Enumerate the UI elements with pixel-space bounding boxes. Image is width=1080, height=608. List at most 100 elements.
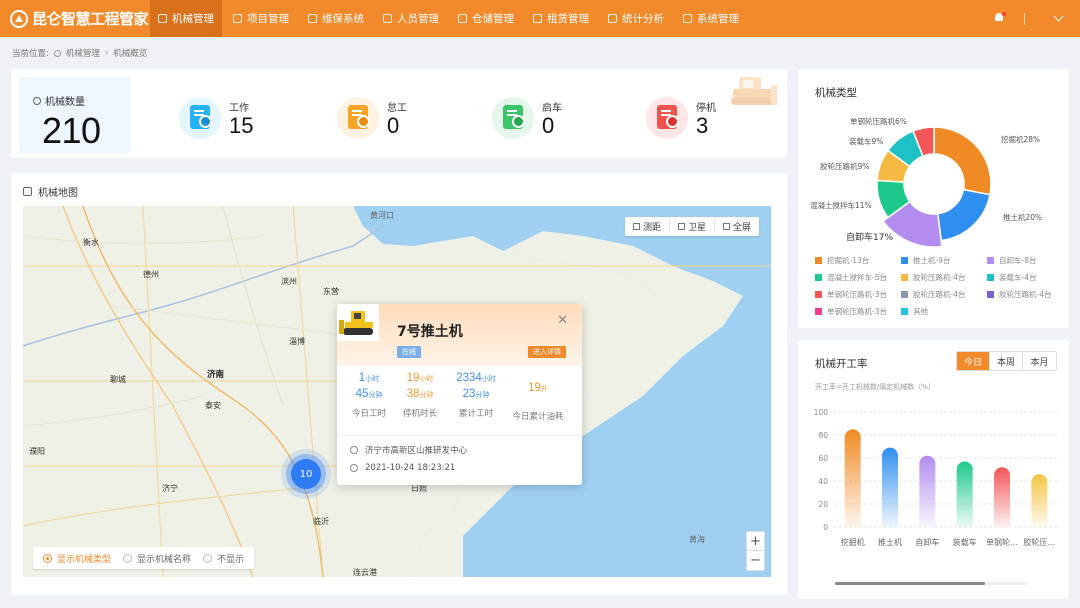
legend-label: 自卸车-8台 xyxy=(999,256,1037,265)
legend-item[interactable]: 胶轮压路机-4台 xyxy=(901,289,987,300)
bar-自卸车[interactable] xyxy=(919,455,936,527)
nav-item-system[interactable]: 系统管理 xyxy=(675,0,747,37)
legend-label: 挖掘机-13台 xyxy=(827,256,870,265)
map-label-jinan: 济南 xyxy=(207,370,225,380)
stat-name: 启车 xyxy=(542,103,562,114)
donut-label: 挖掘机28% xyxy=(1001,135,1041,144)
donut-label: 混凝土搅拌车11% xyxy=(810,201,872,210)
metric-caption: 停机时长 xyxy=(402,409,437,419)
fullscreen-icon xyxy=(722,223,730,230)
top-navigation-bar: 昆仑智慧工程管家 机械管理 项目管理 维保系统 人员管理 仓储管理 租赁管理 统… xyxy=(0,0,1080,37)
legend-swatch xyxy=(987,257,994,264)
bar-挖掘机[interactable] xyxy=(844,429,861,527)
machine-count-label: 机械数量 xyxy=(45,97,85,108)
map-cluster-marker[interactable]: 10 xyxy=(291,459,321,489)
nav-label: 仓储管理 xyxy=(472,13,514,25)
nav-item-projects[interactable]: 项目管理 xyxy=(225,0,297,37)
chevron-down-icon[interactable] xyxy=(1053,11,1064,22)
map-label-huanghai: 黄海 xyxy=(689,535,705,544)
metric-caption: 累计工时 xyxy=(458,409,493,419)
legend-item[interactable]: 挖掘机-13台 xyxy=(815,255,901,266)
zoom-in-button[interactable]: + xyxy=(747,532,764,551)
x-tick-label: 单钢轮… xyxy=(986,537,1018,547)
popup-time: 2021-10-24 18:23:21 xyxy=(350,463,455,473)
nav-label: 系统管理 xyxy=(697,13,739,25)
utilization-bar-chart: 0 20 40 60 80 100 挖掘机 推土机 自卸车 装载车 单钢轮… 胶轮压… xyxy=(814,408,1058,547)
fullscreen-button[interactable]: 全屏 xyxy=(715,220,759,233)
legend-item[interactable]: 胶轮压路机-4台 xyxy=(987,289,1073,300)
map-label-hengshui: 衡水 xyxy=(83,238,99,247)
nav-label: 项目管理 xyxy=(247,13,289,25)
chart-scrollbar[interactable] xyxy=(835,582,1027,585)
legend-item[interactable]: 推土机-9台 xyxy=(901,255,987,266)
nav-item-personnel[interactable]: 人员管理 xyxy=(375,0,447,37)
machine-stats-card: 机械数量 210 工作 15 怠工 0 启车 0 停机 3 xyxy=(11,69,787,158)
map-label-dongying: 东营 xyxy=(323,287,339,296)
radio-show-name[interactable]: 显示机械名称 xyxy=(123,552,191,565)
notification-bell-icon[interactable] xyxy=(994,12,1006,24)
briefcase-icon xyxy=(233,14,242,23)
stat-value: 3 xyxy=(696,113,709,138)
machine-type-legend: 挖掘机-13台 推土机-9台 自卸车-8台 混凝土搅拌车-5台 胶轮压路机-4台… xyxy=(815,255,1065,317)
tools-icon xyxy=(308,14,317,23)
legend-item[interactable]: 单钢轮压路机-3台 xyxy=(815,306,901,317)
legend-swatch xyxy=(901,257,908,264)
bar-推土机[interactable] xyxy=(882,447,898,527)
breadcrumb-item-overview: 机械概览 xyxy=(113,49,148,59)
nav-label: 租赁管理 xyxy=(547,13,589,25)
working-icon xyxy=(179,97,221,139)
donut-slice-挖掘机[interactable] xyxy=(933,126,992,196)
nav-item-lease[interactable]: 租赁管理 xyxy=(525,0,597,37)
radio-hide[interactable]: 不显示 xyxy=(203,552,244,565)
view-details-button[interactable]: 进入详情 xyxy=(528,346,566,358)
nav-item-warehouse[interactable]: 仓储管理 xyxy=(450,0,522,37)
bulldozer-decoration-icon xyxy=(731,77,777,105)
map-label-linyi: 临沂 xyxy=(313,517,329,526)
machine-info-popup: 7号推土机 在线 进入详情 ✕ 1小时 45分钟 今日工时 19小时 38分钟 … xyxy=(337,304,582,485)
donut-slice-推土机[interactable] xyxy=(936,188,991,242)
stat-name: 工作 xyxy=(229,103,249,114)
legend-item[interactable]: 自卸车-8台 xyxy=(987,255,1073,266)
metric-unit: 升 xyxy=(540,386,548,393)
legend-item[interactable]: 胶轮压路机-4台 xyxy=(901,272,987,283)
map-icon xyxy=(23,187,32,196)
map-label-zibo: 淄博 xyxy=(289,337,305,346)
satellite-button[interactable]: 卫星 xyxy=(670,220,715,233)
main-nav: 机械管理 项目管理 维保系统 人员管理 仓储管理 租赁管理 统计分析 系统管理 xyxy=(150,0,750,37)
y-tick-label: 100 xyxy=(814,408,829,417)
radio-show-type[interactable]: 显示机械类型 xyxy=(43,552,111,565)
legend-swatch xyxy=(901,308,908,315)
nav-item-maintenance[interactable]: 维保系统 xyxy=(300,0,372,37)
nav-item-machinery[interactable]: 机械管理 xyxy=(150,0,222,37)
user-area xyxy=(994,0,1064,37)
legend-item[interactable]: 单钢轮压路机-3台 xyxy=(815,289,901,300)
bar-胶轮压…[interactable] xyxy=(1031,474,1048,527)
machine-map[interactable]: 黄河口 衡水 德州 滨州 东营 淄博 潍坊 聊城 济南 泰安 濮阳 济宁 临沂 … xyxy=(23,206,771,577)
legend-swatch xyxy=(901,274,908,281)
machine-count-value: 210 xyxy=(42,110,101,151)
nav-item-statistics[interactable]: 统计分析 xyxy=(600,0,672,37)
machine-count-box: 机械数量 210 xyxy=(19,77,131,153)
scrollbar-thumb[interactable] xyxy=(835,582,985,585)
bar-单钢轮…[interactable] xyxy=(994,467,1010,527)
legend-item[interactable]: 混凝土搅拌车-5台 xyxy=(815,272,901,283)
stat-name: 怠工 xyxy=(387,103,407,114)
popup-status-badge: 在线 xyxy=(397,346,421,358)
breadcrumb-item-machinery[interactable]: 机械管理 xyxy=(66,47,100,59)
legend-swatch xyxy=(815,308,822,315)
legend-swatch xyxy=(815,274,822,281)
clock-icon xyxy=(350,464,358,472)
legend-swatch xyxy=(901,291,908,298)
metric-fuel: 19升 今日累计油耗 xyxy=(509,382,567,422)
bar-装载车[interactable] xyxy=(956,461,973,527)
legend-item[interactable]: 其他 xyxy=(901,306,987,317)
divider xyxy=(1024,12,1025,25)
zoom-out-button[interactable]: − xyxy=(747,551,764,570)
legend-item[interactable]: 装载车-4台 xyxy=(987,272,1073,283)
close-icon[interactable]: ✕ xyxy=(557,313,568,328)
metric-caption: 今日工时 xyxy=(351,409,386,419)
legend-label: 装载车-4台 xyxy=(999,273,1037,282)
app-logo[interactable]: 昆仑智慧工程管家 xyxy=(0,8,150,29)
metric-hours: 2334 xyxy=(456,372,482,384)
measure-button[interactable]: 测距 xyxy=(625,220,670,233)
